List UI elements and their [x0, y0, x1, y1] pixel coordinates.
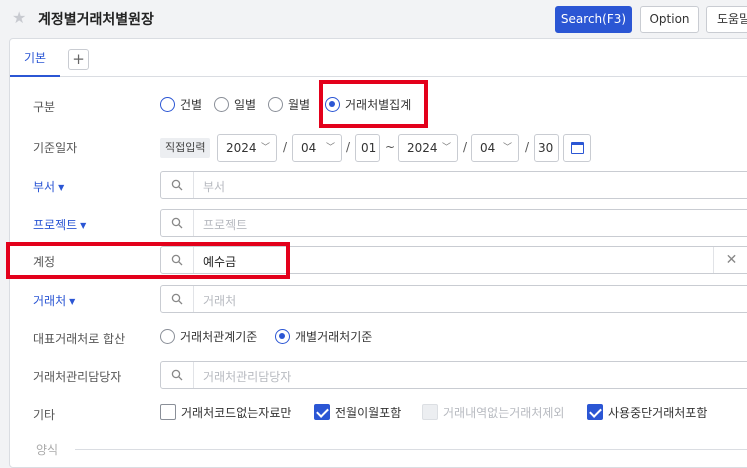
- search-icon[interactable]: [161, 362, 194, 388]
- format-section-label: 양식: [36, 443, 59, 457]
- caret-down-icon: ▼: [69, 297, 76, 306]
- chevron-down-icon: ﹀: [502, 143, 512, 153]
- division-label: 구분: [33, 100, 56, 114]
- date-separator: /: [525, 140, 530, 154]
- option-button[interactable]: Option: [640, 6, 699, 33]
- divider: [75, 449, 747, 450]
- date-range-tilde: ~: [385, 140, 396, 154]
- calendar-icon: [571, 142, 584, 154]
- date-separator: /: [463, 140, 468, 154]
- etc-checkbox-2: 거래내역없는거래처제외: [422, 404, 564, 422]
- account-field[interactable]: 예수금 ✕: [160, 246, 747, 274]
- from-day-input[interactable]: 01: [355, 134, 380, 162]
- to-day-input[interactable]: 30: [534, 134, 559, 162]
- add-tab-button[interactable]: +: [68, 49, 89, 70]
- customer-placeholder: 거래처: [203, 294, 237, 308]
- customer-label[interactable]: 거래처 ▼: [33, 292, 75, 309]
- tab-basic[interactable]: 기본: [10, 39, 60, 77]
- project-field[interactable]: 프로젝트: [160, 209, 747, 237]
- account-label: 계정: [33, 255, 56, 269]
- date-separator: /: [283, 140, 288, 154]
- search-button[interactable]: Search(F3): [555, 6, 632, 33]
- department-label[interactable]: 부서 ▼: [33, 178, 64, 195]
- calendar-button[interactable]: [563, 134, 591, 162]
- caret-down-icon: ▼: [80, 221, 87, 230]
- division-radio-2[interactable]: 월별: [268, 96, 310, 114]
- project-label[interactable]: 프로젝트 ▼: [33, 216, 86, 233]
- page-title: 계정별거래처별원장: [38, 12, 154, 28]
- etc-checkbox-3[interactable]: 사용중단거래처포함: [587, 404, 707, 422]
- chevron-down-icon: ﹀: [260, 143, 270, 153]
- from-year-select[interactable]: 2024 ﹀: [217, 134, 277, 162]
- division-radio-3[interactable]: 거래처별집계: [325, 96, 411, 114]
- clear-icon[interactable]: ✕: [713, 247, 747, 273]
- chevron-down-icon: ﹀: [441, 143, 451, 153]
- search-icon[interactable]: [161, 247, 194, 273]
- date-separator: /: [346, 140, 351, 154]
- top-bar: ★ 계정별거래처별원장 Search(F3) Option 도움말: [0, 0, 747, 38]
- etc-label: 기타: [33, 408, 56, 422]
- account-value: 예수금: [203, 255, 237, 269]
- to-year-select[interactable]: 2024 ﹀: [398, 134, 458, 162]
- rep-sum-radio-0[interactable]: 거래처관계기준: [160, 328, 257, 346]
- manager-field[interactable]: 거래처관리담당자: [160, 361, 747, 389]
- division-radio-1[interactable]: 일별: [214, 96, 256, 114]
- direct-input-badge[interactable]: 직접입력: [160, 138, 211, 158]
- manager-label: 거래처관리담당자: [33, 370, 122, 384]
- from-month-select[interactable]: 04 ﹀: [292, 134, 342, 162]
- etc-checkbox-0[interactable]: 거래처코드없는자료만: [160, 404, 291, 422]
- to-month-select[interactable]: 04 ﹀: [471, 134, 519, 162]
- division-radio-0[interactable]: 건별: [160, 96, 202, 114]
- base-date-label: 기준일자: [33, 141, 78, 155]
- department-placeholder: 부서: [203, 180, 226, 194]
- search-icon[interactable]: [161, 172, 194, 198]
- tab-bar: 기본 +: [10, 39, 747, 77]
- project-placeholder: 프로젝트: [203, 218, 248, 232]
- etc-checkbox-1[interactable]: 전월이월포함: [314, 404, 401, 422]
- department-field[interactable]: 부서: [160, 171, 747, 199]
- rep-sum-radio-1[interactable]: 개별거래처기준: [275, 328, 372, 346]
- search-icon[interactable]: [161, 286, 194, 312]
- manager-placeholder: 거래처관리담당자: [203, 370, 292, 384]
- search-icon[interactable]: [161, 210, 194, 236]
- customer-field[interactable]: 거래처: [160, 285, 747, 313]
- favorite-star-icon[interactable]: ★: [12, 8, 26, 27]
- chevron-down-icon: ﹀: [325, 143, 335, 153]
- caret-down-icon: ▼: [58, 183, 65, 192]
- help-button[interactable]: 도움말: [706, 6, 747, 33]
- rep-sum-label: 대표거래처로 합산: [33, 332, 126, 346]
